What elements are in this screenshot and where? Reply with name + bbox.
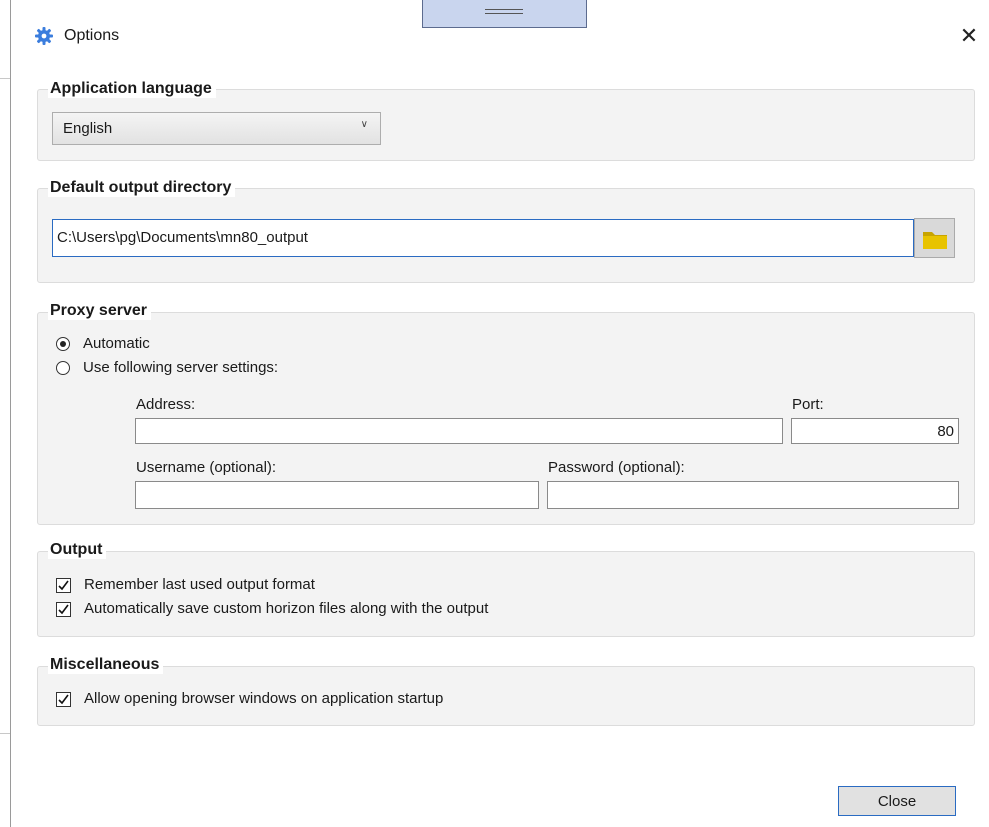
dialog-title: Options <box>64 27 120 44</box>
drag-handle[interactable] <box>422 0 587 28</box>
edge-divider <box>0 78 10 79</box>
checkmark-icon <box>58 580 69 591</box>
address-input[interactable] <box>135 418 783 444</box>
language-selected: English <box>63 120 113 137</box>
automatic-label[interactable]: Automatic <box>83 335 150 352</box>
manual-proxy-radio[interactable] <box>56 361 70 375</box>
username-label: Username (optional): <box>136 459 277 476</box>
address-label: Address: <box>136 396 196 413</box>
checkmark-icon <box>58 604 69 615</box>
automatic-radio[interactable] <box>56 337 70 351</box>
port-value: 80 <box>937 423 954 440</box>
checkmark-icon <box>58 694 69 705</box>
proxy-heading: Proxy server <box>48 302 151 320</box>
port-label: Port: <box>792 396 824 413</box>
save-horizon-checkbox[interactable] <box>56 602 71 617</box>
port-input[interactable]: 80 <box>791 418 959 444</box>
save-horizon-label[interactable]: Automatically save custom horizon files … <box>84 600 488 617</box>
password-label: Password (optional): <box>548 459 685 476</box>
background-window-edge <box>0 0 10 827</box>
misc-heading: Miscellaneous <box>48 656 164 674</box>
grip-icon <box>485 9 523 14</box>
username-input[interactable] <box>135 481 539 509</box>
allow-browser-checkbox[interactable] <box>56 692 71 707</box>
output-dir-heading: Default output directory <box>48 179 236 197</box>
browse-button[interactable] <box>914 218 955 258</box>
manual-proxy-label[interactable]: Use following server settings: <box>83 359 278 376</box>
remember-format-label[interactable]: Remember last used output format <box>84 576 315 593</box>
close-icon[interactable]: ✕ <box>956 23 982 49</box>
output-dir-value: C:\Users\pg\Documents\mn80_output <box>57 229 308 246</box>
edge-divider <box>0 733 10 734</box>
output-group <box>37 551 975 637</box>
output-dir-input[interactable]: C:\Users\pg\Documents\mn80_output <box>52 219 914 257</box>
output-heading: Output <box>48 541 107 559</box>
chevron-down-icon: ∨ <box>360 119 368 130</box>
folder-icon <box>923 232 947 249</box>
language-select[interactable]: English ∨ <box>52 112 381 145</box>
password-input[interactable] <box>547 481 959 509</box>
allow-browser-label[interactable]: Allow opening browser windows on applica… <box>84 690 443 707</box>
gear-icon <box>35 27 53 45</box>
close-button[interactable]: Close <box>838 786 956 816</box>
remember-format-checkbox[interactable] <box>56 578 71 593</box>
language-heading: Application language <box>48 80 216 98</box>
